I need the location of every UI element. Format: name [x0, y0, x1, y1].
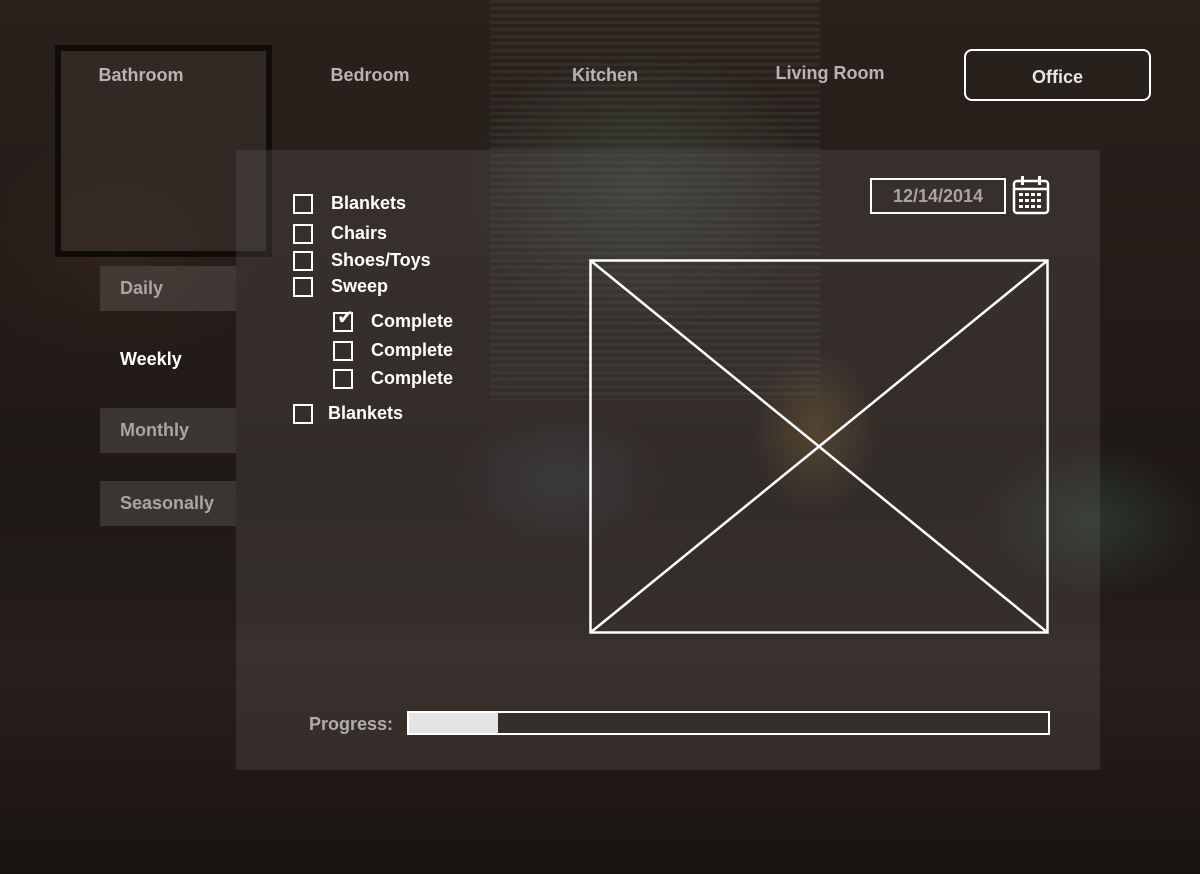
- checklist-item-label: Complete: [371, 340, 454, 360]
- checklist-subitem[interactable]: ✔ Complete: [333, 308, 454, 332]
- checklist-item[interactable]: Shoes/Toys: [293, 250, 431, 271]
- checklist-item-label: Complete: [371, 368, 454, 388]
- checklist-item-label: Shoes/Toys: [331, 250, 431, 270]
- image-placeholder-icon: [589, 259, 1049, 634]
- checkbox[interactable]: [333, 340, 353, 361]
- progress-bar: [407, 711, 1050, 735]
- checklist-item-label: Blankets: [328, 403, 404, 423]
- frequency-tab-daily[interactable]: Daily: [100, 266, 236, 311]
- checklist-item-label: Sweep: [331, 276, 389, 296]
- checklist-subitem[interactable]: Complete: [333, 340, 453, 361]
- room-tab-bedroom[interactable]: Bedroom: [305, 49, 435, 101]
- calendar-icon[interactable]: [1012, 175, 1050, 215]
- checklist-item[interactable]: Blankets: [293, 193, 406, 214]
- checklist-item-label: Complete: [371, 311, 454, 331]
- room-tab-living-room[interactable]: Living Room: [755, 47, 905, 99]
- frequency-tab-weekly[interactable]: Weekly: [100, 337, 236, 382]
- checklist-item[interactable]: Chairs: [293, 223, 387, 244]
- checkmark-icon: ✔: [337, 306, 354, 329]
- checkbox[interactable]: [293, 250, 313, 271]
- checklist-subitem[interactable]: Complete: [333, 368, 453, 389]
- room-tab-kitchen[interactable]: Kitchen: [540, 49, 670, 101]
- frequency-tab-seasonally[interactable]: Seasonally: [100, 481, 236, 526]
- checklist-item[interactable]: Blankets: [293, 403, 403, 424]
- checkbox[interactable]: ✔: [333, 308, 354, 332]
- checklist-item[interactable]: Sweep: [293, 276, 388, 297]
- checkbox[interactable]: [293, 403, 313, 424]
- progress-label: Progress:: [309, 714, 394, 734]
- date-field[interactable]: 12/14/2014: [870, 178, 1006, 214]
- checklist-item-label: Chairs: [331, 223, 388, 243]
- checkbox[interactable]: [293, 193, 313, 214]
- checkbox[interactable]: [333, 368, 353, 389]
- checkbox[interactable]: [293, 223, 313, 244]
- checkbox[interactable]: [293, 276, 313, 297]
- room-tab-office[interactable]: Office: [964, 49, 1151, 101]
- frequency-tab-monthly[interactable]: Monthly: [100, 408, 236, 453]
- checklist-item-label: Blankets: [331, 193, 407, 213]
- room-tab-bathroom[interactable]: Bathroom: [76, 49, 206, 101]
- progress-fill: [409, 713, 499, 733]
